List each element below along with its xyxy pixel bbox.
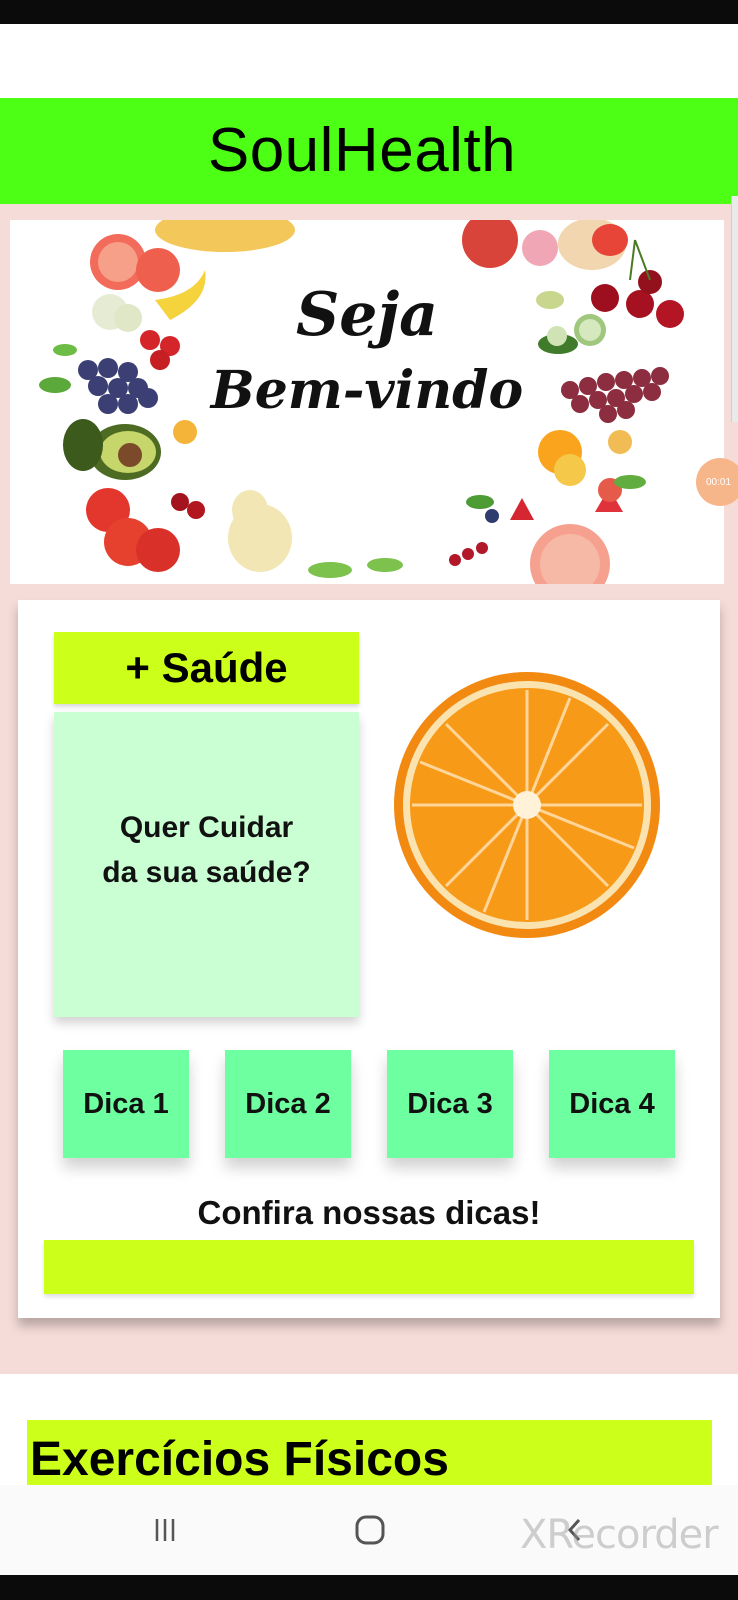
confira-text: Confira nossas dicas! bbox=[197, 1194, 541, 1231]
app-header: SoulHealth bbox=[0, 98, 738, 204]
question-line1: Quer Cuidar bbox=[119, 810, 294, 844]
app-title: SoulHealth bbox=[207, 116, 517, 185]
bottom-black-bar bbox=[0, 1575, 738, 1600]
scroll-indicator[interactable] bbox=[731, 196, 738, 422]
saude-card: + Saúde Quer Cuidar da sua saúde? Dica 1… bbox=[18, 600, 720, 1318]
home-button[interactable] bbox=[315, 1485, 425, 1575]
dica-1-button[interactable]: Dica 1 bbox=[63, 1050, 189, 1158]
orange-slice-image bbox=[394, 672, 660, 938]
dica-2-button[interactable]: Dica 2 bbox=[225, 1050, 351, 1158]
saude-header: + Saúde bbox=[54, 632, 359, 704]
status-bar bbox=[0, 0, 738, 24]
home-icon bbox=[355, 1515, 385, 1545]
welcome-title-line1: Seja bbox=[295, 280, 439, 350]
question-line2: da sua saúde? bbox=[102, 855, 311, 889]
exercicios-title: Exercícios Físicos bbox=[30, 1433, 449, 1486]
recent-apps-icon bbox=[155, 1519, 175, 1541]
question-box: Quer Cuidar da sua saúde? bbox=[54, 712, 359, 1017]
confira-bar[interactable] bbox=[44, 1240, 694, 1294]
welcome-title-line2: Bem-vindo bbox=[210, 360, 524, 421]
recent-apps-button[interactable] bbox=[110, 1485, 220, 1575]
recorder-watermark: XRecorder bbox=[520, 1512, 719, 1558]
dica-4-button[interactable]: Dica 4 bbox=[549, 1050, 675, 1158]
saude-title: + Saúde bbox=[125, 644, 288, 691]
welcome-banner: Seja Bem-vindo bbox=[10, 220, 724, 584]
question-text: Quer Cuidar da sua saúde? bbox=[102, 805, 310, 895]
dica-3-button[interactable]: Dica 3 bbox=[387, 1050, 513, 1158]
recording-timer-bubble[interactable]: 00:01 bbox=[696, 458, 738, 506]
